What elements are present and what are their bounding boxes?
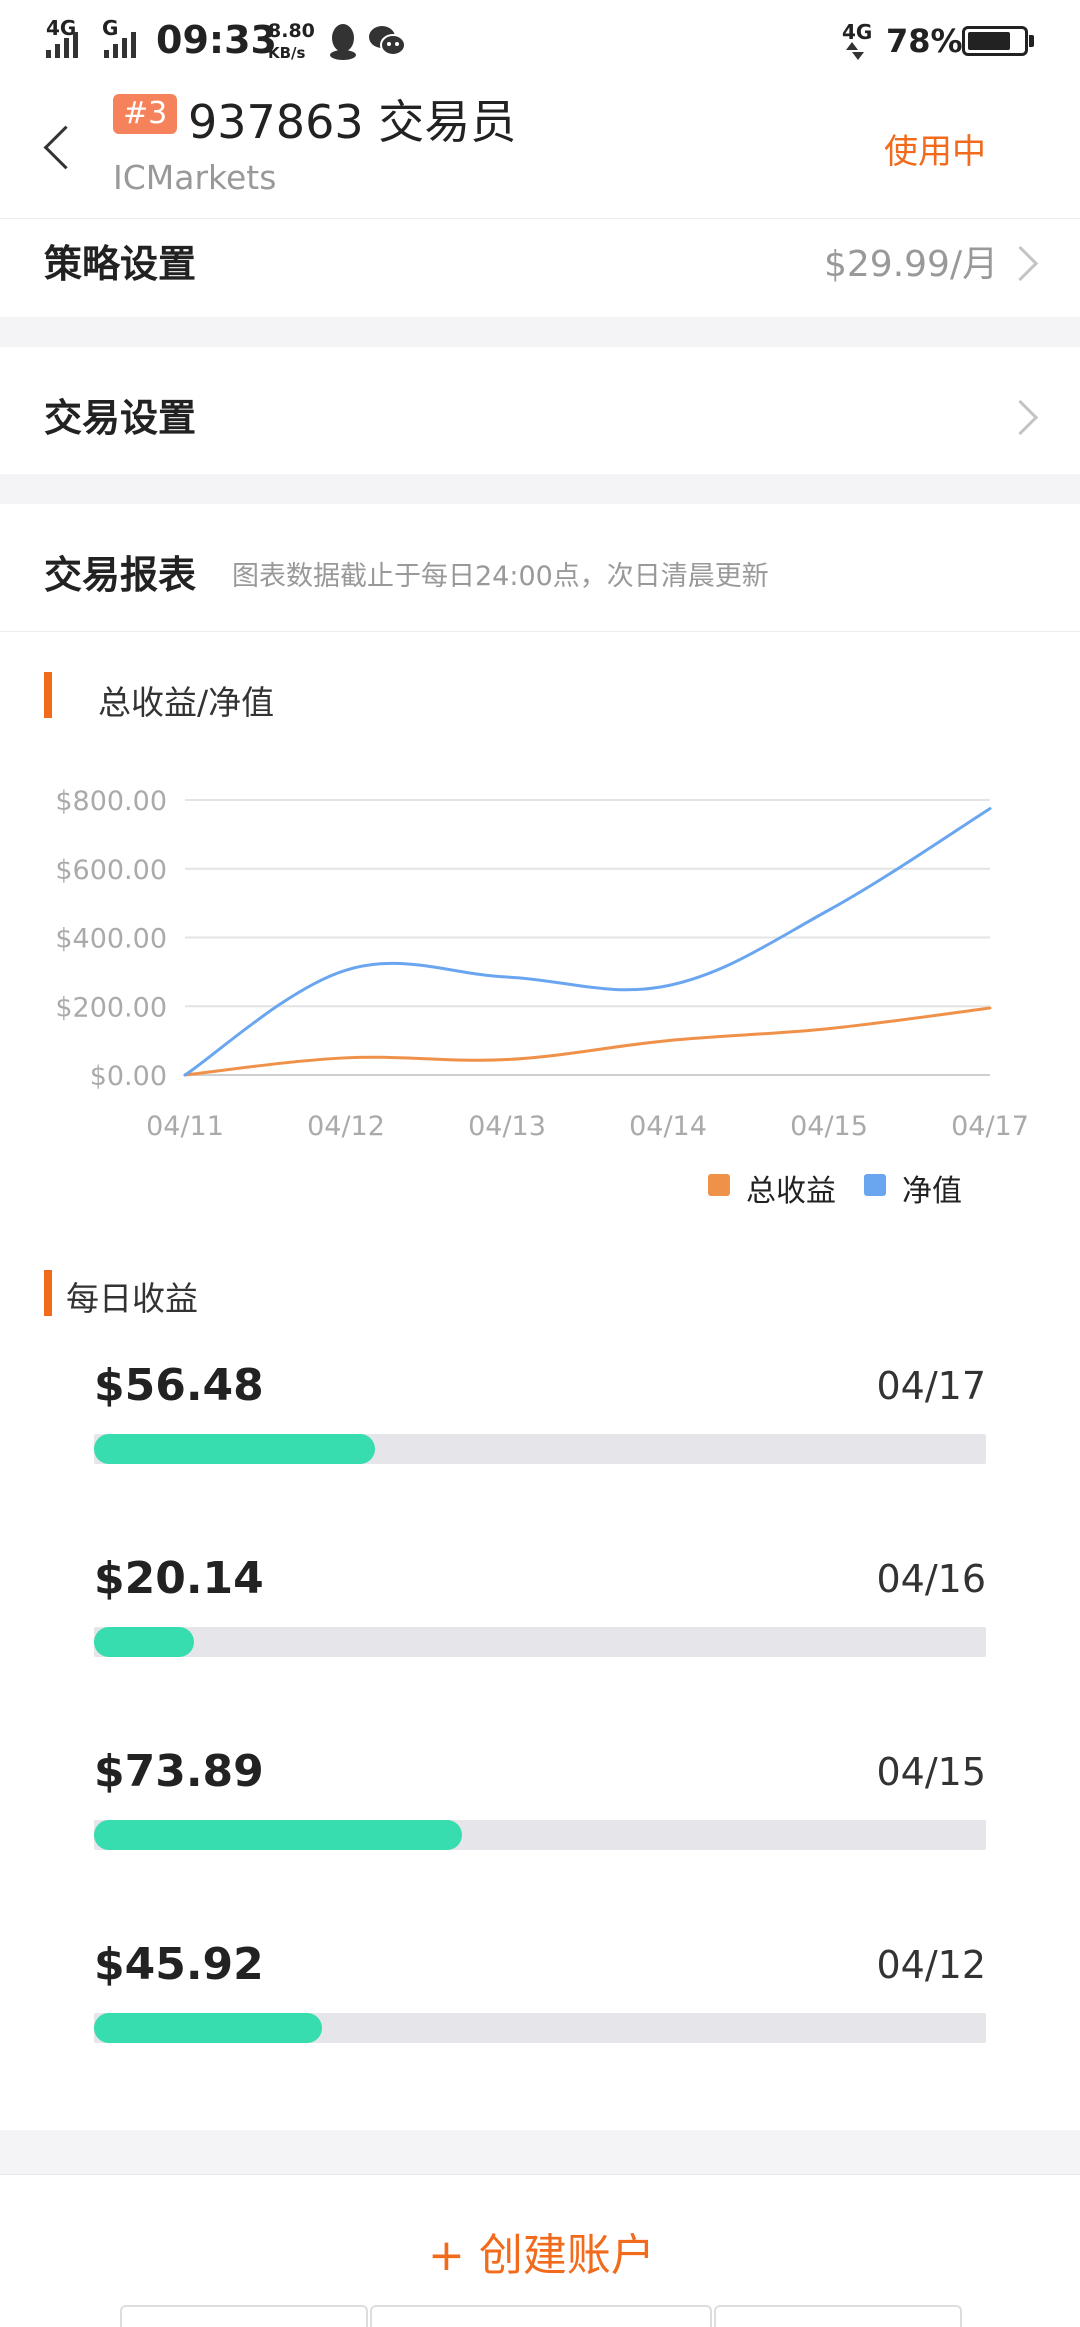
income-progress-fill bbox=[94, 2013, 323, 2043]
daily-income-item: $45.92 04/12 bbox=[94, 1939, 986, 2079]
daily-income-amount: $20.14 bbox=[94, 1553, 264, 1604]
daily-income-item: $56.48 04/17 bbox=[94, 1360, 986, 1500]
clock: 09:33 bbox=[156, 18, 277, 62]
net-speed-value: 8.80 bbox=[268, 20, 315, 42]
footer-panel: + 创建账户 bbox=[0, 2174, 1080, 2327]
daily-income-date: 04/16 bbox=[876, 1557, 986, 1601]
chart-section-title: 总收益/净值 bbox=[98, 683, 275, 722]
legend-label-equity: 净值 bbox=[902, 1174, 962, 1209]
report-title: 交易报表 bbox=[44, 553, 197, 597]
signal-icon bbox=[46, 32, 78, 58]
income-progress-track bbox=[94, 1820, 986, 1850]
income-progress-fill bbox=[94, 1820, 462, 1850]
section-accent-bar bbox=[44, 672, 52, 718]
battery-icon bbox=[962, 26, 1028, 56]
legend-label-total: 总收益 bbox=[746, 1174, 836, 1209]
data-transfer-icon bbox=[846, 42, 864, 60]
daily-income-date: 04/15 bbox=[876, 1750, 986, 1794]
income-progress-fill bbox=[94, 1434, 375, 1464]
y-tick-label: $200.00 bbox=[55, 992, 167, 1023]
page-title: 937863 交易员 bbox=[188, 95, 517, 149]
broker-name: ICMarkets bbox=[113, 158, 277, 197]
legend-swatch-equity bbox=[864, 1174, 886, 1196]
daily-income-amount: $45.92 bbox=[94, 1939, 264, 1990]
daily-income-title: 每日收益 bbox=[66, 1279, 198, 1318]
x-tick-label: 04/13 bbox=[468, 1111, 546, 1142]
qq-icon bbox=[330, 24, 356, 60]
status-bar: 4G G 09:33 8.80 KB/s 4G 78% bbox=[0, 0, 1080, 80]
option-tab[interactable] bbox=[714, 2305, 962, 2327]
back-arrow-icon bbox=[43, 125, 88, 170]
section-accent-bar bbox=[44, 1270, 52, 1316]
status-label[interactable]: 使用中 bbox=[884, 124, 986, 173]
trade-settings-row[interactable]: 交易设置 bbox=[0, 347, 1080, 474]
chevron-right-icon bbox=[1002, 245, 1039, 282]
option-tab[interactable] bbox=[120, 2305, 368, 2327]
series-line-equity bbox=[183, 807, 992, 1077]
daily-income-amount: $73.89 bbox=[94, 1746, 264, 1797]
daily-income-item: $20.14 04/16 bbox=[94, 1553, 986, 1693]
create-account-button[interactable]: + 创建账户 bbox=[428, 2219, 655, 2283]
network-type-right: 4G bbox=[842, 20, 873, 44]
report-note: 图表数据截止于每日24:00点，次日清晨更新 bbox=[232, 561, 769, 592]
income-progress-fill bbox=[94, 1627, 194, 1657]
series-line-total bbox=[183, 1006, 992, 1077]
app-header: #3 937863 交易员 ICMarkets 使用中 bbox=[0, 80, 1080, 219]
net-speed-unit: KB/s bbox=[268, 44, 306, 62]
daily-income-item: $73.89 04/15 bbox=[94, 1746, 986, 1886]
x-tick-label: 04/17 bbox=[951, 1111, 1029, 1142]
signal-icon-2 bbox=[104, 32, 136, 58]
daily-income-amount: $56.48 bbox=[94, 1360, 264, 1411]
strategy-settings-row[interactable]: 策略设置 $29.99/月 bbox=[0, 219, 1080, 317]
x-tick-label: 04/11 bbox=[146, 1111, 224, 1142]
x-tick-label: 04/15 bbox=[790, 1111, 868, 1142]
legend-swatch-total bbox=[708, 1174, 730, 1196]
back-button[interactable] bbox=[40, 125, 88, 172]
x-tick-label: 04/12 bbox=[307, 1111, 385, 1142]
report-header: 交易报表 图表数据截止于每日24:00点，次日清晨更新 bbox=[0, 504, 1080, 632]
account-index-badge: #3 bbox=[113, 94, 178, 134]
chevron-right-icon bbox=[1002, 399, 1039, 436]
y-tick-label: $800.00 bbox=[55, 786, 167, 817]
daily-income-date: 04/12 bbox=[876, 1943, 986, 1987]
option-tab[interactable] bbox=[370, 2305, 712, 2327]
trade-settings-label: 交易设置 bbox=[44, 396, 197, 440]
line-chart: $0.00 $200.00 $400.00 $600.00 $800.00 04/11 04… bbox=[55, 786, 1029, 1142]
income-progress-track bbox=[94, 1627, 986, 1657]
y-tick-label: $0.00 bbox=[90, 1061, 167, 1092]
income-progress-track bbox=[94, 1434, 986, 1464]
y-tick-label: $600.00 bbox=[55, 855, 167, 886]
wechat-icon bbox=[369, 26, 406, 56]
daily-income-date: 04/17 bbox=[876, 1364, 986, 1408]
x-tick-label: 04/14 bbox=[629, 1111, 707, 1142]
strategy-price: $29.99/月 bbox=[824, 244, 999, 285]
y-tick-label: $400.00 bbox=[55, 924, 167, 955]
strategy-settings-label: 策略设置 bbox=[44, 242, 197, 286]
income-progress-track bbox=[94, 2013, 986, 2043]
battery-percent: 78% bbox=[886, 22, 963, 60]
